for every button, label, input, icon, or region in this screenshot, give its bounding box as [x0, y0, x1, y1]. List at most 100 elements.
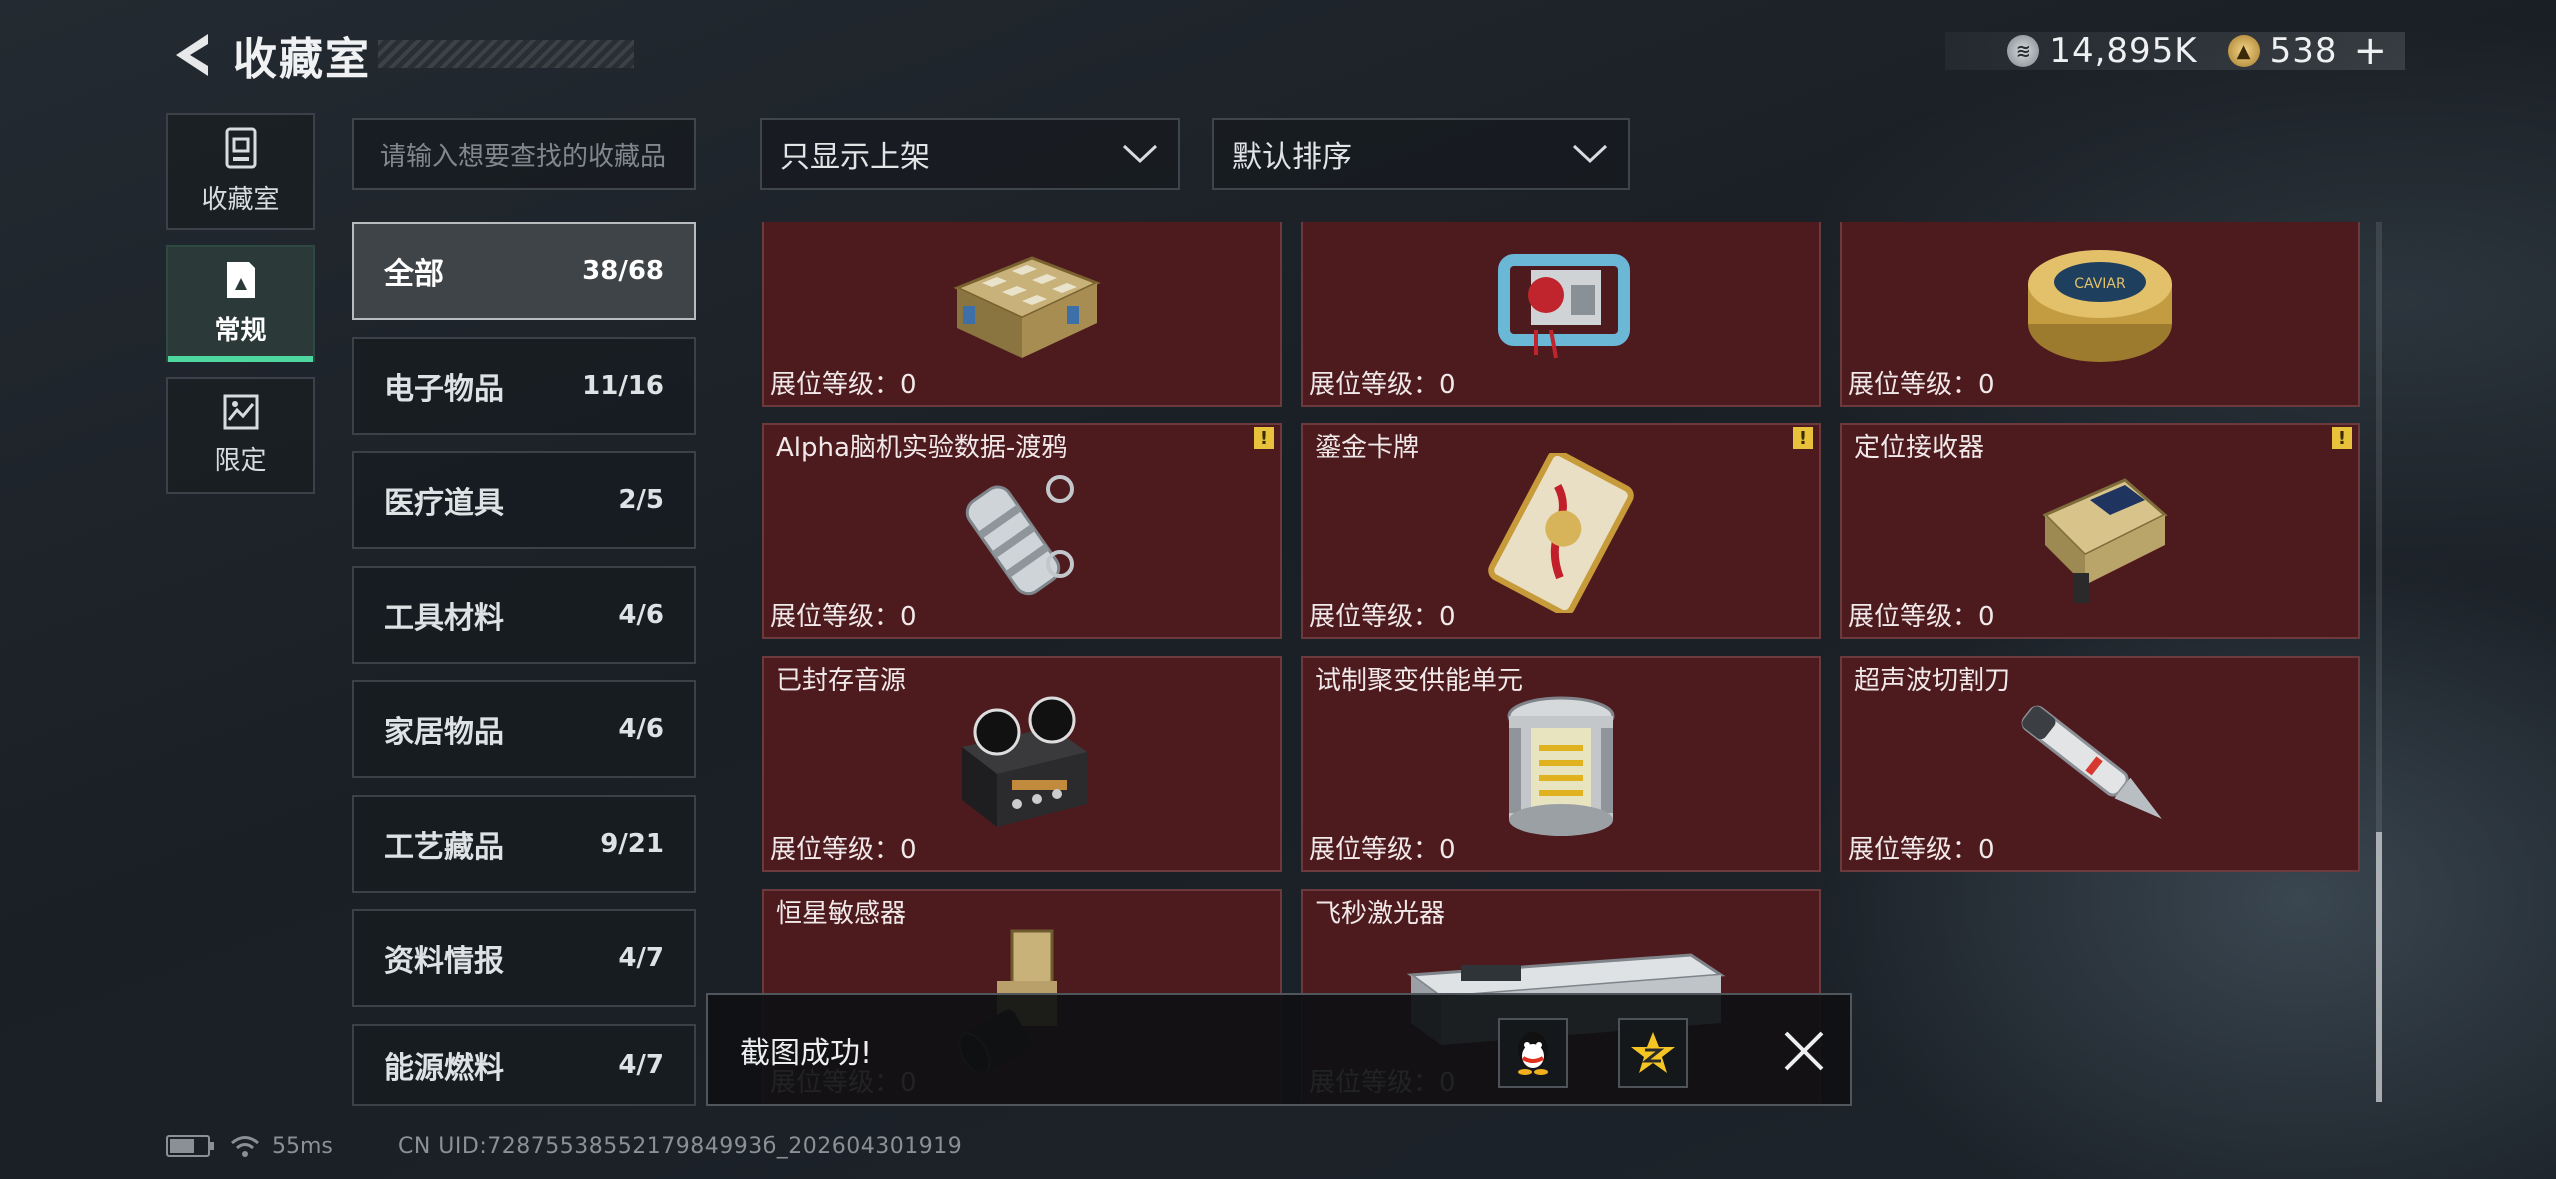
booth-level: 展位等级：0 [770, 602, 917, 632]
qzone-share-button[interactable] [1618, 1018, 1688, 1088]
rail-item-regular[interactable]: 常规 [166, 245, 315, 362]
receiver-image [2042, 478, 2168, 603]
close-icon [1784, 1031, 1824, 1071]
device-status-bar: 55ms [166, 1126, 333, 1166]
item-name: 已封存音源 [776, 666, 907, 696]
wifi-icon [231, 1136, 259, 1157]
rig-image [1498, 254, 1630, 359]
collection-item-card[interactable]: 试制聚变供能单元 展位等级：0 [1301, 656, 1821, 872]
qq-share-icon [1518, 1032, 1548, 1075]
silver-currency-value: 14,895K [2049, 31, 2198, 71]
category-count: 4/7 [618, 1050, 664, 1080]
category-energy[interactable]: 能源燃料 4/7 [352, 1024, 696, 1106]
collection-item-card[interactable]: 展位等级：0 [762, 222, 1282, 407]
booth-level: 展位等级：0 [1848, 602, 1995, 632]
collection-item-card[interactable]: Alpha脑机实验数据-渡鸦 ! 展位等级：0 [762, 423, 1282, 639]
grid-scrollbar-thumb[interactable] [2376, 832, 2382, 1102]
warning-badge: ! [1254, 427, 1274, 449]
gold-coin-icon: ▲ [2227, 35, 2260, 67]
rail-item-label: 收藏室 [201, 185, 280, 215]
category-name: 能源燃料 [384, 1051, 504, 1086]
rail-item-limited[interactable]: 限定 [166, 377, 315, 494]
silver-coin-icon: ≋ [2007, 35, 2040, 67]
currency-bar: ≋ 14,895K ▲ 538 + [1945, 31, 2405, 71]
svg-text:CAVIAR: CAVIAR [2074, 276, 2126, 292]
category-intel[interactable]: 资料情报 4/7 [352, 909, 696, 1007]
category-name: 资料情报 [384, 944, 504, 979]
category-electronics[interactable]: 电子物品 11/16 [352, 337, 696, 435]
item-name: 超声波切割刀 [1854, 666, 2011, 696]
category-count: 2/5 [618, 485, 664, 515]
booth-level: 展位等级：0 [770, 370, 917, 400]
chevron-down-icon [1122, 144, 1158, 164]
back-button[interactable] [165, 25, 215, 85]
fusion-cell-image [1507, 696, 1615, 836]
sort-label: 默认排序 [1232, 140, 1352, 175]
collection-item-card[interactable]: 定位接收器 ! 展位等级：0 [1840, 423, 2360, 639]
booth-level: 展位等级：0 [1309, 602, 1456, 632]
category-name: 全部 [384, 257, 444, 292]
collection-item-card[interactable]: CAVIAR 展位等级：0 [1840, 222, 2360, 407]
item-name: 定位接收器 [1854, 433, 1985, 463]
rail-item-label: 常规 [214, 316, 267, 346]
category-count: 11/16 [582, 371, 664, 401]
category-count: 38/68 [582, 256, 664, 286]
warning-badge: ! [2332, 427, 2352, 449]
category-name: 工具材料 [384, 601, 504, 636]
gold-currency-value: 538 [2269, 31, 2338, 71]
add-currency-button[interactable]: + [2353, 31, 2387, 71]
collection-item-card[interactable]: 已封存音源 展位等级：0 [762, 656, 1282, 872]
item-name: 飞秒激光器 [1315, 899, 1446, 929]
limited-collection-icon [223, 394, 258, 430]
gilded-card-image [1488, 453, 1634, 613]
sort-dropdown[interactable]: 默认排序 [1212, 118, 1630, 190]
vault-icon [225, 127, 256, 169]
category-count: 4/6 [618, 714, 664, 744]
collection-item-card[interactable]: 鎏金卡牌 ! 展位等级：0 [1301, 423, 1821, 639]
booth-level: 展位等级：0 [1848, 835, 1995, 865]
category-household[interactable]: 家居物品 4/6 [352, 680, 696, 778]
collection-item-card[interactable]: 展位等级：0 [1301, 222, 1821, 407]
collection-search-input[interactable]: 请输入想要查找的收藏品 [352, 118, 696, 190]
user-uid: CN UID:7287553855217984993б_202604301919 [398, 1133, 963, 1159]
collection-item-card[interactable]: 超声波切割刀 展位等级：0 [1840, 656, 2360, 872]
listing-filter-dropdown[interactable]: 只显示上架 [760, 118, 1180, 190]
qzone-share-icon [1631, 1032, 1675, 1073]
item-name: 恒星敏感器 [776, 899, 907, 929]
caviar-tin-image: CAVIAR [2028, 250, 2172, 362]
category-name: 电子物品 [384, 372, 504, 407]
qq-share-button[interactable] [1498, 1018, 1568, 1088]
back-arrow-icon [176, 34, 208, 76]
data-capsule-image [965, 475, 1074, 596]
booth-level: 展位等级：0 [770, 835, 917, 865]
category-medical[interactable]: 医疗道具 2/5 [352, 451, 696, 549]
category-count: 4/7 [618, 943, 664, 973]
battery-icon [166, 1135, 214, 1157]
chess-box-image [953, 256, 1101, 358]
category-name: 医疗道具 [384, 486, 504, 521]
rail-item-label: 限定 [214, 446, 267, 476]
category-all[interactable]: 全部 38/68 [352, 222, 696, 320]
category-tools[interactable]: 工具材料 4/6 [352, 566, 696, 664]
warning-badge: ! [1793, 427, 1813, 449]
category-name: 家居物品 [384, 715, 504, 750]
category-crafts[interactable]: 工艺藏品 9/21 [352, 795, 696, 893]
chevron-down-icon [1572, 144, 1608, 164]
cutter-image [2021, 705, 2162, 819]
category-name: 工艺藏品 [384, 830, 504, 865]
item-name: 鎏金卡牌 [1315, 433, 1420, 463]
header-decoration [378, 40, 634, 68]
toast-close-button[interactable] [1773, 1020, 1835, 1082]
reel-recorder-image [962, 696, 1087, 827]
category-count: 4/6 [618, 600, 664, 630]
ping-value: 55ms [272, 1133, 333, 1159]
page-title: 收藏室 [233, 34, 371, 85]
booth-level: 展位等级：0 [1309, 835, 1456, 865]
booth-level: 展位等级：0 [1848, 370, 1995, 400]
rail-item-vault[interactable]: 收藏室 [166, 113, 315, 230]
header-bar: 收藏室 [165, 22, 371, 88]
category-count: 9/21 [600, 829, 664, 859]
toast-message: 截图成功! [740, 1035, 873, 1071]
booth-level: 展位等级：0 [1309, 370, 1456, 400]
listing-filter-label: 只显示上架 [780, 140, 930, 175]
